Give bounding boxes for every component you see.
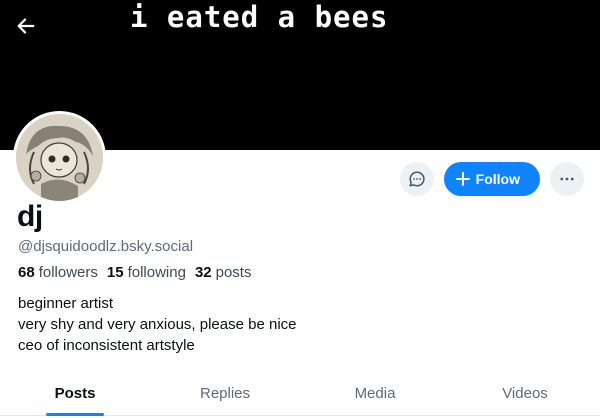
follow-label: Follow <box>475 171 520 187</box>
more-options-button[interactable] <box>550 162 584 196</box>
tab-label: Media <box>354 385 396 402</box>
tab-label: Posts <box>54 385 96 402</box>
profile-tabs: Posts Replies Media Videos <box>0 372 600 416</box>
message-button[interactable] <box>399 162 434 196</box>
posts-stat: 32 posts <box>195 264 252 281</box>
profile-actions: Follow <box>399 162 584 196</box>
profile-stats: 68 followers 15 following 32 posts <box>18 264 251 281</box>
plus-icon <box>455 172 470 186</box>
following-label: following <box>127 264 186 281</box>
bio-line: ceo of inconsistent artstyle <box>18 337 195 354</box>
active-tab-indicator <box>46 413 104 416</box>
posts-label: posts <box>215 264 252 281</box>
followers-stat[interactable]: 68 followers <box>18 264 98 281</box>
profile-handle: @djsquidoodlz.bsky.social <box>18 238 194 255</box>
bio-line: beginner artist <box>18 295 114 312</box>
chat-bubble-icon <box>409 171 425 187</box>
ellipsis-icon <box>560 177 574 181</box>
followers-label: followers <box>38 264 98 281</box>
tab-label: Replies <box>199 385 251 402</box>
avatar[interactable] <box>13 111 106 204</box>
tab-label: Videos <box>502 385 548 402</box>
posts-count: 32 <box>194 264 212 281</box>
bio-line: very shy and very anxious, please be nic… <box>18 316 297 333</box>
following-stat[interactable]: 15 following <box>107 264 186 281</box>
followers-count: 68 <box>18 264 35 281</box>
profile-bio: beginner artist very shy and very anxiou… <box>18 293 297 356</box>
follow-button[interactable]: Follow <box>443 162 540 196</box>
following-count: 15 <box>106 264 124 281</box>
tab-posts[interactable]: Posts <box>0 372 150 416</box>
display-name: dj <box>17 200 43 233</box>
arrow-left-icon <box>17 18 35 34</box>
tab-videos[interactable]: Videos <box>450 372 600 415</box>
tab-replies[interactable]: Replies <box>150 372 300 415</box>
tab-media[interactable]: Media <box>300 372 450 415</box>
back-button[interactable] <box>10 10 42 42</box>
banner-text: i eated a bees <box>130 0 389 34</box>
